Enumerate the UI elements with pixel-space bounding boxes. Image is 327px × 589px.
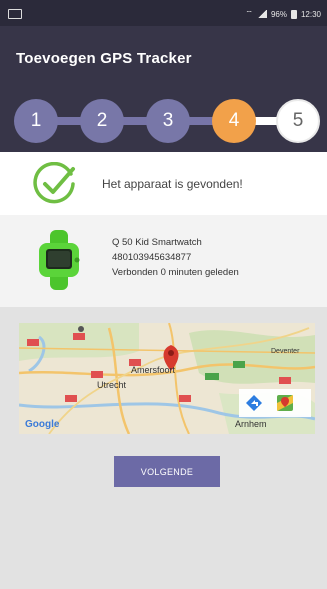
step-5: 5 [276, 99, 320, 143]
checkmark-icon [33, 162, 75, 204]
map-label-arnhem: Arnhem [235, 419, 267, 429]
step-3: 3 [146, 99, 190, 143]
map-label-amersfoort: Amersfoort [131, 365, 176, 375]
device-connection-status: Verbonden 0 minuten geleden [112, 267, 239, 278]
step-1: 1 [14, 99, 58, 143]
next-button[interactable]: VOLGENDE [114, 456, 220, 487]
content-area: Utrecht Amersfoort Arnhem Deventer Googl… [0, 307, 327, 589]
battery-icon [290, 9, 297, 19]
map-label-deventer: Deventer [271, 348, 300, 355]
device-info: Q 50 Kid Smartwatch 480103945634877 Verb… [112, 235, 239, 280]
battery-percent: 96% [270, 9, 287, 19]
page-title: Toevoegen GPS Tracker [16, 50, 192, 67]
map-view[interactable]: Utrecht Amersfoort Arnhem Deventer Googl… [19, 323, 315, 434]
step-2: 2 [80, 99, 124, 143]
google-maps-icon[interactable] [277, 395, 293, 411]
status-icons: ⌔ 96% 12:30 [245, 9, 321, 19]
device-name: Q 50 Kid Smartwatch [112, 237, 202, 248]
map-label-utrecht: Utrecht [97, 380, 127, 390]
found-message: Het apparaat is gevonden! [102, 177, 243, 191]
app-bar: Toevoegen GPS Tracker [0, 26, 327, 91]
clock: 12:30 [300, 9, 321, 19]
notification-icon [8, 9, 22, 19]
signal-icon [256, 10, 267, 18]
smartwatch-image [39, 230, 80, 290]
stepper: 1 2 3 4 5 [0, 91, 327, 152]
step-4: 4 [212, 99, 256, 143]
wifi-icon: ⌔ [245, 9, 253, 18]
status-bar: ⌔ 96% 12:30 [0, 0, 327, 26]
device-card: Q 50 Kid Smartwatch 480103945634877 Verb… [0, 215, 327, 307]
device-found-banner: Het apparaat is gevonden! [0, 152, 327, 215]
google-logo: Google [25, 419, 60, 430]
device-imei: 480103945634877 [112, 252, 192, 263]
